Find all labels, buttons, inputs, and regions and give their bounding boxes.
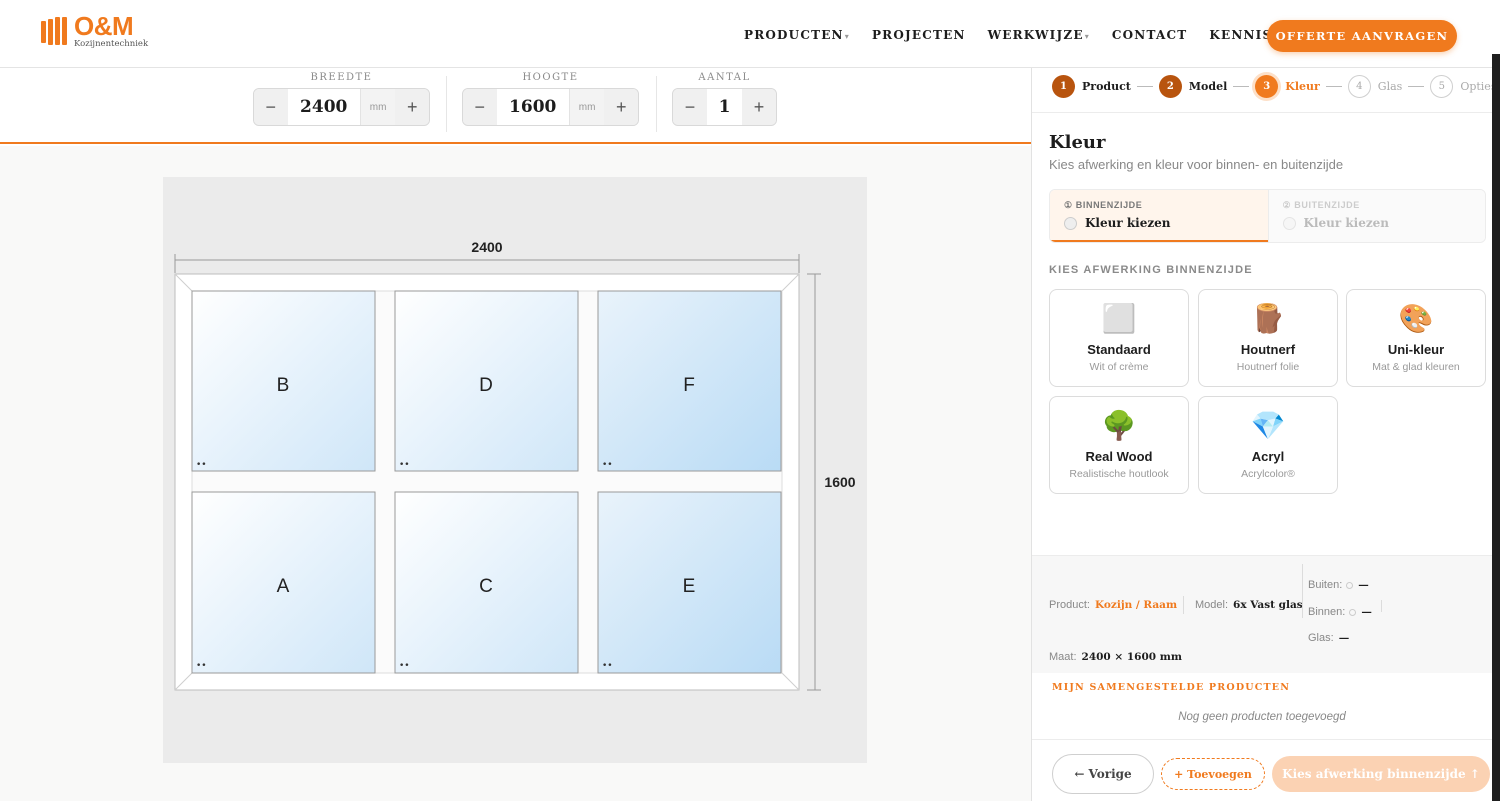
quantity-decrease-button[interactable]: − [673, 89, 707, 125]
handle-dots-icon: •• [602, 460, 613, 470]
window-drawing: 2400 1600 B D F A C E •• •• •• •• •• •• [174, 239, 856, 691]
window-preview-canvas: 2400 1600 B D F A C E •• •• •• •• •• •• [163, 177, 867, 763]
quantity-label: AANTAL [698, 72, 751, 83]
nav-item-werkwijze[interactable]: WERKWIJZE▾ [988, 28, 1090, 42]
width-unit: mm [359, 89, 396, 125]
previous-button[interactable]: ← Vorige [1052, 754, 1154, 794]
tab-binnenzijde[interactable]: ① BINNENZIJDE Kleur kiezen [1050, 190, 1268, 242]
logo-sub-text: Kozijnentechniek [74, 39, 149, 50]
tree-icon: 🌳 [1101, 410, 1137, 441]
palette-icon: 🎨 [1398, 303, 1434, 334]
pane-label: A [277, 576, 290, 597]
color-swatch-icon [1346, 581, 1354, 589]
step-kleur[interactable]: 3 Kleur [1255, 74, 1320, 98]
logo-main-text: O&M [74, 11, 134, 42]
handle-dots-icon: •• [602, 661, 613, 671]
handle-dots-icon: •• [399, 661, 410, 671]
width-dimension-line [174, 254, 800, 273]
step-model[interactable]: 2 Model [1158, 74, 1227, 98]
chevron-down-icon: ▾ [1084, 31, 1090, 41]
quantity-stepper: − 1 + [672, 88, 777, 126]
height-decrease-button[interactable]: − [463, 89, 497, 125]
width-input[interactable]: 2400 [287, 89, 360, 125]
summary-maat: Maat: 2400 × 1600 mm [1049, 651, 1182, 663]
height-unit: mm [568, 89, 605, 125]
height-group: HOOGTE − 1600 mm + [462, 68, 639, 126]
height-stepper: − 1600 mm + [462, 88, 639, 126]
tab-buitenzijde[interactable]: ② BUITENZIJDE Kleur kiezen [1267, 190, 1485, 242]
height-increase-button[interactable]: + [604, 89, 638, 125]
height-label: HOOGTE [522, 72, 579, 83]
height-dimension-line [807, 273, 821, 691]
next-step-button[interactable]: Kies afwerking binnenzijde ↑ [1272, 756, 1490, 792]
wood-log-icon: 🪵 [1250, 303, 1286, 334]
panel-subtitle: Kies afwerking en kleur voor binnen- en … [1049, 157, 1344, 172]
quantity-input[interactable]: 1 [707, 89, 742, 125]
handle-dots-icon: •• [196, 460, 207, 470]
quantity-increase-button[interactable]: + [742, 89, 776, 125]
dimension-bar: BREEDTE − 2400 mm + HOOGTE − 1600 mm + A… [0, 68, 1031, 144]
section-heading: KIES AFWERKING BINNENZIJDE [1049, 264, 1253, 276]
finish-option-real-wood[interactable]: 🌳 Real Wood Realistische houtlook [1049, 396, 1189, 494]
pane-label: F [683, 375, 695, 396]
step-progress: 1 Product 2 Model 3 Kleur 4 Glas 5 Optie… [1052, 74, 1500, 98]
nav-item-contact[interactable]: CONTACT [1112, 28, 1187, 42]
site-header: O&M Kozijnentechniek PRODUCTEN▾ PROJECTE… [0, 0, 1500, 68]
quantity-group: AANTAL − 1 + [672, 68, 777, 126]
width-increase-button[interactable]: + [395, 89, 429, 125]
color-swatch-icon [1349, 608, 1357, 616]
configurator-panel: 1 Product 2 Model 3 Kleur 4 Glas 5 Optie… [1031, 68, 1500, 801]
pane-label: B [277, 375, 290, 396]
summary-product: Product: Kozijn / Raam [1049, 599, 1178, 611]
summary-model: Model: 6x Vast glas [1195, 599, 1303, 611]
request-quote-button[interactable]: OFFERTE AANVRAGEN [1267, 20, 1457, 52]
handle-dots-icon: •• [399, 460, 410, 470]
brand-logo[interactable]: O&M Kozijnentechniek [40, 11, 149, 50]
width-group: BREEDTE − 2400 mm + [253, 68, 430, 126]
finish-option-uni-kleur[interactable]: 🎨 Uni-kleur Mat & glad kleuren [1346, 289, 1486, 387]
color-swatch-icon [1282, 216, 1296, 230]
summary-binnen: Binnen: — [1308, 606, 1372, 618]
pane-label: C [479, 576, 493, 597]
pane-label: D [479, 375, 493, 396]
add-product-button[interactable]: + Toevoegen [1161, 758, 1265, 790]
diamond-icon: 💎 [1250, 410, 1286, 441]
handle-dots-icon: •• [196, 661, 207, 671]
step-glas[interactable]: 4 Glas [1347, 74, 1402, 98]
summary-buiten: Buiten: — [1308, 579, 1369, 591]
nav-item-projecten[interactable]: PROJECTEN [872, 28, 966, 42]
side-selector: ① BINNENZIJDE Kleur kiezen ② BUITENZIJDE… [1049, 189, 1486, 243]
finish-option-standaard[interactable]: ⬜ Standaard Wit of crème [1049, 289, 1189, 387]
divider [656, 76, 657, 132]
width-stepper: − 2400 mm + [253, 88, 430, 126]
height-input[interactable]: 1600 [496, 89, 569, 125]
color-swatch-icon [1064, 216, 1077, 230]
width-decrease-button[interactable]: − [254, 89, 288, 125]
preview-area: 2400 1600 B D F A C E •• •• •• •• •• •• [0, 146, 1031, 801]
configuration-summary: Product: Kozijn / Raam Model: 6x Vast glas… [1032, 555, 1492, 673]
chevron-down-icon: ▾ [844, 31, 850, 41]
panel-title: Kleur [1049, 132, 1106, 153]
logo-window-icon [40, 15, 70, 47]
step-opties[interactable]: 5 Opties [1430, 74, 1496, 98]
width-dimension-label: 2400 [471, 239, 502, 255]
height-dimension-label: 1600 [824, 474, 855, 490]
summary-glas: Glas: — [1308, 632, 1350, 644]
width-label: BREEDTE [310, 72, 373, 83]
my-products-empty: Nog geen producten toegevoegd [1178, 711, 1346, 723]
finish-option-acryl[interactable]: 💎 Acryl Acrylcolor® [1198, 396, 1338, 494]
main-nav: PRODUCTEN▾ PROJECTEN WERKWIJZE▾ CONTACT … [744, 28, 1340, 42]
my-products-heading: MIJN SAMENGESTELDE PRODUCTEN [1052, 682, 1291, 693]
finish-option-houtnerf[interactable]: 🪵 Houtnerf Houtnerf folie [1198, 289, 1338, 387]
page-scrollbar[interactable] [1492, 54, 1500, 801]
divider [446, 76, 447, 132]
nav-item-producten[interactable]: PRODUCTEN▾ [744, 28, 850, 42]
white-square-icon: ⬜ [1101, 303, 1137, 334]
pane-label: E [683, 576, 696, 597]
step-product[interactable]: 1 Product [1052, 74, 1131, 98]
